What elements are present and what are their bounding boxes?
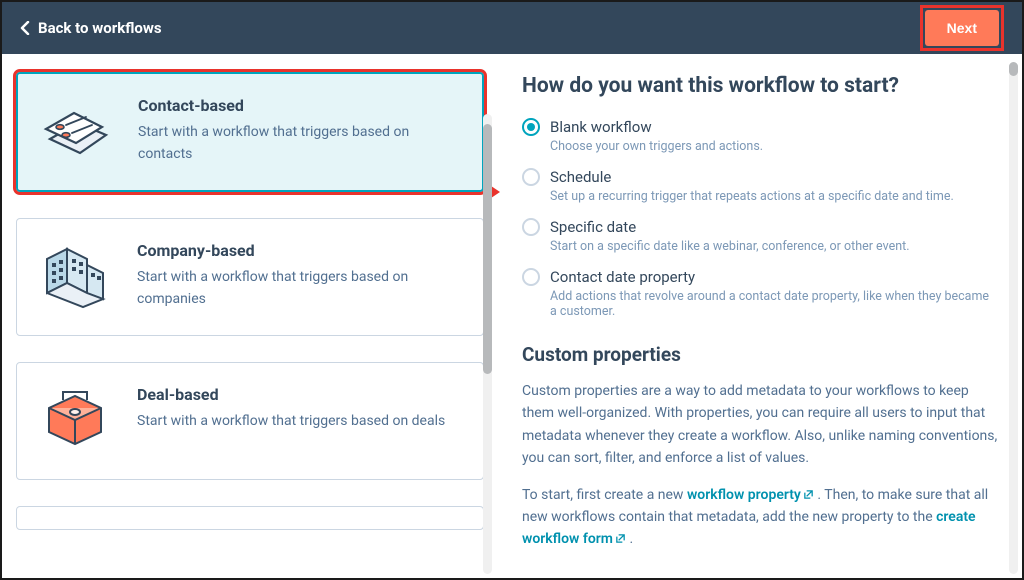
left-scrollbar-thumb[interactable] [483,124,492,374]
card-title: Company-based [137,241,461,260]
contact-card-icon [38,96,116,168]
next-highlight-box: Next [920,5,1004,51]
card-desc: Start with a workflow that triggers base… [137,267,461,310]
radio-specific-date[interactable]: Specific date Start on a specific date l… [522,218,998,254]
back-label: Back to workflows [38,19,162,37]
radio-button[interactable] [522,268,540,286]
card-title: Contact-based [138,96,460,115]
radio-contact-date-property[interactable]: Contact date property Add actions that r… [522,268,998,319]
text-frag: To start, first create a new [522,487,687,503]
card-company-based[interactable]: Company-based Start with a workflow that… [16,218,484,336]
external-link-icon [803,489,814,500]
radio-label: Blank workflow [550,118,763,136]
text-frag: . [626,531,633,547]
arrow-callout-icon [492,178,502,206]
right-panel: How do you want this workflow to start? … [492,54,1022,578]
chevron-left-icon [20,21,30,35]
left-panel: Contact-based Start with a workflow that… [2,54,492,578]
radio-desc: Choose your own triggers and actions. [550,139,763,154]
radio-button[interactable] [522,218,540,236]
radio-button[interactable] [522,168,540,186]
radio-desc: Add actions that revolve around a contac… [550,289,998,319]
back-to-workflows-button[interactable]: Back to workflows [20,19,162,37]
radio-desc: Start on a specific date like a webinar,… [550,239,910,254]
external-link-icon [615,533,626,544]
right-scrollbar-track [1009,62,1018,574]
radio-label: Contact date property [550,268,998,286]
radio-label: Specific date [550,218,910,236]
workflow-property-link[interactable]: workflow property [687,487,814,503]
radio-desc: Set up a recurring trigger that repeats … [550,189,954,204]
preview-heading: Preview [522,575,998,578]
company-card-icon [37,241,115,313]
deal-card-icon [37,385,115,457]
custom-properties-heading: Custom properties [522,343,998,366]
card-deal-based[interactable]: Deal-based Start with a workflow that tr… [16,362,484,480]
custom-properties-text: Custom properties are a way to add metad… [522,380,998,470]
right-heading: How do you want this workflow to start? [522,74,998,98]
card-desc: Start with a workflow that triggers base… [137,411,445,433]
radio-button[interactable] [522,118,540,136]
header-bar: Back to workflows Next [2,2,1022,54]
to-start-paragraph: To start, first create a new workflow pr… [522,484,998,551]
card-title: Deal-based [137,385,445,404]
radio-label: Schedule [550,168,954,186]
card-desc: Start with a workflow that triggers base… [138,122,460,165]
right-scrollbar-thumb[interactable] [1009,62,1018,76]
radio-blank-workflow[interactable]: Blank workflow Choose your own triggers … [522,118,998,154]
radio-schedule[interactable]: Schedule Set up a recurring trigger that… [522,168,998,204]
card-cutoff-next[interactable] [16,506,484,530]
next-button[interactable]: Next [925,10,999,46]
card-contact-based[interactable]: Contact-based Start with a workflow that… [16,72,484,192]
